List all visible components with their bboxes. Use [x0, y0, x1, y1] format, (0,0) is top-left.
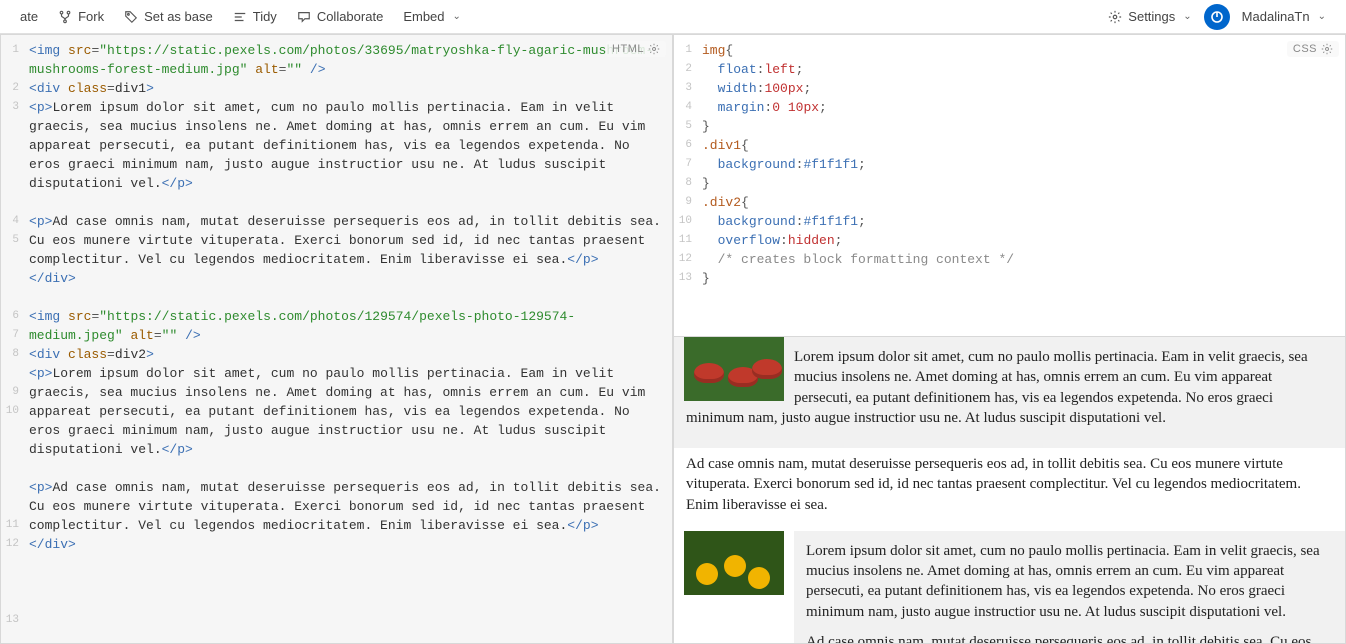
gear-icon[interactable]: [1321, 43, 1333, 55]
css-pane-label: CSS: [1287, 41, 1339, 57]
line-number: 2: [674, 60, 692, 79]
label: Settings: [1128, 9, 1175, 24]
html-editor[interactable]: 1 2 3 4 5 6 7 8 9 10 11 12 13 <img src="…: [1, 35, 672, 643]
username: MadalinaTn: [1242, 9, 1310, 24]
result-paragraph: Ad case omnis nam, mutat deseruisse pers…: [686, 454, 1333, 515]
result-pane: Lorem ipsum dolor sit amet, cum no paulo…: [673, 337, 1346, 644]
line-number: 12: [1, 535, 19, 611]
line-number: 4: [674, 98, 692, 117]
main-panes: HTML 1 2 3 4 5 6 7 8 9 10 11 12 13 <img …: [0, 34, 1346, 644]
tag-icon: [124, 10, 138, 24]
label: CSS: [1293, 43, 1317, 55]
label: Set as base: [144, 9, 213, 24]
css-gutter: 1 2 3 4 5 6 7 8 9 10 11 12 13: [674, 35, 700, 336]
tidy-button[interactable]: Tidy: [225, 5, 285, 28]
line-number: 1: [1, 41, 19, 79]
lines-icon: [233, 10, 247, 24]
line-number: 10: [674, 212, 692, 231]
label: Fork: [78, 9, 104, 24]
chevron-down-icon: ⌄: [1318, 11, 1326, 22]
fork-icon: [58, 10, 72, 24]
result-image-fruit: [684, 531, 784, 595]
topbar-left: ate Fork Set as base Tidy Collaborate Em…: [12, 5, 469, 28]
html-pane: HTML 1 2 3 4 5 6 7 8 9 10 11 12 13 <img …: [0, 34, 673, 644]
label: Collaborate: [317, 9, 384, 24]
line-number: 5: [1, 231, 19, 307]
html-gutter: 1 2 3 4 5 6 7 8 9 10 11 12 13: [1, 35, 27, 643]
line-number: 11: [674, 231, 692, 250]
gear-icon: [1108, 10, 1122, 24]
line-number: 12: [674, 250, 692, 269]
line-number: 9: [674, 193, 692, 212]
line-number: 13: [674, 269, 692, 288]
avatar[interactable]: [1204, 4, 1230, 30]
css-code[interactable]: img{ float:left; width:100px; margin:0 1…: [700, 35, 1345, 336]
collaborate-button[interactable]: Collaborate: [289, 5, 392, 28]
result-paragraph: Ad case omnis nam, mutat deseruisse pers…: [806, 632, 1333, 644]
settings-dropdown[interactable]: Settings ⌄: [1100, 5, 1199, 28]
line-number: 8: [1, 345, 19, 383]
result-image-mushrooms: [684, 337, 784, 401]
line-number: 7: [1, 326, 19, 345]
chevron-down-icon: ⌄: [453, 11, 461, 22]
chat-icon: [297, 10, 311, 24]
html-code[interactable]: <img src="https://static.pexels.com/phot…: [27, 35, 672, 643]
line-number: 6: [674, 136, 692, 155]
line-number: 6: [1, 307, 19, 326]
result-gap: Ad case omnis nam, mutat deseruisse pers…: [674, 448, 1345, 531]
result-div2: Lorem ipsum dolor sit amet, cum no paulo…: [794, 531, 1345, 644]
line-number: 9: [1, 383, 19, 402]
css-editor[interactable]: 1 2 3 4 5 6 7 8 9 10 11 12 13 img{ float…: [674, 35, 1345, 336]
line-number: 8: [674, 174, 692, 193]
result-paragraph: Lorem ipsum dolor sit amet, cum no paulo…: [806, 541, 1333, 622]
line-number: 10: [1, 402, 19, 516]
line-number: 4: [1, 212, 19, 231]
label: Tidy: [253, 9, 277, 24]
line-number: 2: [1, 79, 19, 98]
line-number: 3: [1, 98, 19, 212]
topbar-item-ate[interactable]: ate: [12, 5, 46, 28]
css-pane: CSS 1 2 3 4 5 6 7 8 9 10 11 12 13 img{ f…: [673, 34, 1346, 337]
topbar: ate Fork Set as base Tidy Collaborate Em…: [0, 0, 1346, 34]
html-pane-label: HTML: [606, 41, 666, 57]
line-number: 5: [674, 117, 692, 136]
label: ate: [20, 9, 38, 24]
line-number: 11: [1, 516, 19, 535]
chevron-down-icon: ⌄: [1183, 11, 1191, 22]
line-number: 13: [1, 611, 19, 630]
fork-button[interactable]: Fork: [50, 5, 112, 28]
embed-dropdown[interactable]: Embed ⌄: [395, 5, 469, 28]
line-number: 7: [674, 155, 692, 174]
result-body: Lorem ipsum dolor sit amet, cum no paulo…: [674, 337, 1345, 644]
set-as-base-button[interactable]: Set as base: [116, 5, 221, 28]
gear-icon[interactable]: [648, 43, 660, 55]
topbar-right: Settings ⌄ MadalinaTn ⌄: [1100, 4, 1334, 30]
line-number: 1: [674, 41, 692, 60]
line-number: 3: [674, 79, 692, 98]
label: Embed: [403, 9, 444, 24]
label: HTML: [612, 43, 644, 55]
user-menu[interactable]: MadalinaTn ⌄: [1234, 5, 1334, 28]
